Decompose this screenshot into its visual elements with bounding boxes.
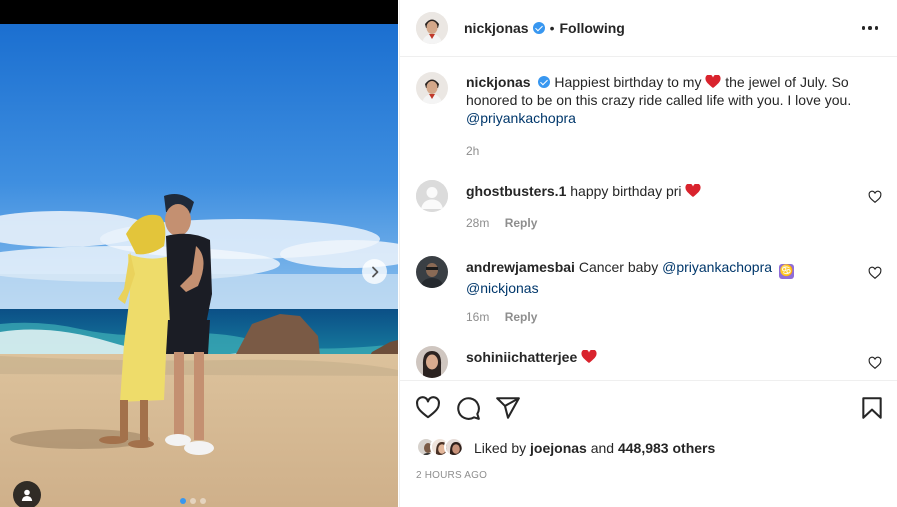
share-icon (496, 397, 520, 419)
next-photo-button[interactable] (362, 259, 387, 284)
comment-username[interactable]: ghostbusters.1 (466, 183, 566, 199)
verified-icon (532, 22, 545, 34)
heart-icon (416, 396, 440, 419)
carousel-dot (190, 498, 196, 504)
heart-icon[interactable] (868, 190, 882, 204)
cancer-zodiac-emoji-icon: ♋ (778, 264, 794, 279)
first-liker-link[interactable]: joejonas (530, 440, 587, 456)
caption-text-start: Happiest birthday to my (554, 74, 702, 90)
post-timestamp[interactable]: 2 HOURS AGO (416, 470, 487, 481)
save-button[interactable] (859, 395, 885, 421)
following-button[interactable]: Following (560, 20, 625, 36)
commenter-avatar[interactable] (416, 256, 448, 288)
post-actions-section: Liked by joejonas and 448,983 others 2 H… (400, 380, 897, 507)
comment-icon (457, 397, 480, 420)
caption-username[interactable]: nickjonas (466, 74, 531, 90)
post-photo-pane (0, 0, 398, 507)
likes-text: Liked by joejonas and 448,983 others (474, 440, 715, 456)
comment-username[interactable]: andrewjamesbai (466, 259, 575, 275)
comment-username[interactable]: sohiniichatterjee (466, 349, 577, 365)
comment-mention[interactable]: @priyankachopra (662, 259, 772, 275)
verified-icon (538, 76, 551, 88)
person-tag-icon (21, 489, 33, 501)
caption-row: nickjonas Happiest birthday to my the je… (416, 72, 882, 158)
caption-text: nickjonas Happiest birthday to my the je… (466, 73, 866, 127)
comment-time: 16m (466, 310, 490, 324)
red-heart-emoji-icon (581, 350, 597, 363)
more-options-button[interactable] (860, 18, 880, 38)
heart-icon[interactable] (868, 266, 882, 280)
red-heart-emoji-icon (685, 184, 701, 197)
carousel-indicator (180, 498, 206, 504)
beach-couple-photo (0, 24, 398, 507)
comment-body: happy birthday pri (570, 183, 682, 199)
comments-section: nickjonas Happiest birthday to my the je… (400, 58, 897, 380)
comment-time: 28m (466, 216, 490, 230)
post-detail-panel: nickjonas • Following nickjonas Happiest… (399, 0, 897, 507)
comment-row: andrewjamesbai Cancer baby @priyankachop… (416, 256, 882, 328)
separator-dot: • (549, 20, 555, 36)
reply-button[interactable]: Reply (505, 216, 538, 230)
caption-time: 2h (466, 144, 479, 158)
liker-avatars[interactable] (416, 437, 474, 459)
caption-time-label: 2h (466, 144, 480, 158)
likes-conjunction: and (590, 440, 615, 456)
caption-avatar[interactable] (416, 72, 448, 104)
chevron-right-icon (371, 266, 378, 277)
comment-text: ghostbusters.1 happy birthday pri (466, 182, 866, 200)
commenter-avatar[interactable] (416, 346, 448, 378)
comment-text: sohiniichatterjee (466, 348, 866, 366)
comment-text: andrewjamesbai Cancer baby @priyankachop… (466, 258, 866, 297)
reply-button[interactable]: Reply (505, 310, 538, 324)
likes-summary: Liked by joejonas and 448,983 others (416, 437, 715, 459)
author-username[interactable]: nickjonas (464, 20, 529, 36)
likes-prefix: Liked by (474, 440, 527, 456)
red-heart-emoji-icon (705, 75, 721, 88)
comment-meta: 28m Reply (466, 216, 537, 230)
liker-avatar (444, 437, 464, 457)
share-button[interactable] (495, 395, 521, 421)
comment-body: Cancer baby (578, 259, 659, 275)
carousel-dot (200, 498, 206, 504)
like-button[interactable] (415, 395, 441, 421)
tagged-people-button[interactable] (13, 481, 41, 507)
comment-meta: 16m Reply (466, 310, 537, 324)
caption-mention[interactable]: @priyankachopra (466, 110, 576, 126)
photo-top-bar (0, 0, 398, 24)
author-avatar[interactable] (416, 12, 448, 44)
comment-row: sohiniichatterjee (416, 346, 882, 380)
save-icon (862, 397, 882, 419)
post-photo[interactable] (0, 24, 398, 507)
commenter-avatar[interactable] (416, 180, 448, 212)
comment-button[interactable] (455, 395, 481, 421)
heart-icon[interactable] (868, 356, 882, 370)
comment-row: ghostbusters.1 happy birthday pri 28m Re… (416, 180, 882, 236)
more-icon (861, 26, 866, 30)
post-header: nickjonas • Following (400, 0, 897, 57)
comment-mention[interactable]: @nickjonas (466, 280, 539, 296)
likes-count-link[interactable]: 448,983 others (618, 440, 715, 456)
carousel-dot-active (180, 498, 186, 504)
